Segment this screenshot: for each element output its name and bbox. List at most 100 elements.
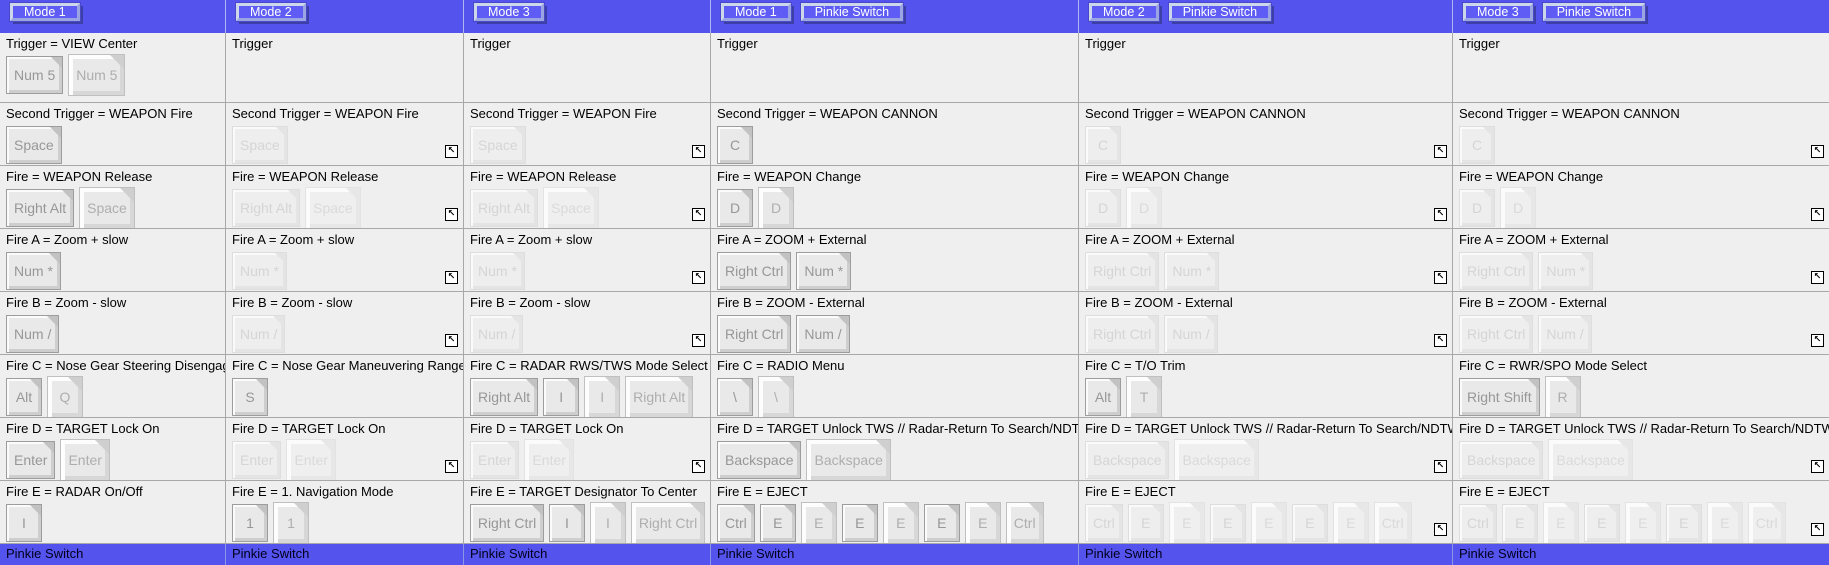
binding-cell[interactable]: Fire C = T/O TrimAltT — [1079, 355, 1453, 418]
keycap[interactable]: Space — [232, 126, 288, 164]
binding-cell[interactable]: Fire B = Zoom - slowNum /↖ — [464, 292, 711, 355]
keycap[interactable]: 1 — [232, 504, 268, 542]
keycap[interactable]: Num / — [1538, 315, 1591, 353]
keycap[interactable]: Num * — [1538, 252, 1593, 290]
pinkie-switch-button[interactable]: Pinkie Switch — [1169, 3, 1271, 21]
keycap[interactable]: Right Alt — [470, 378, 538, 416]
binding-cell[interactable]: Fire A = Zoom + slowNum *↖ — [464, 229, 711, 292]
keycap[interactable]: I — [584, 376, 620, 418]
keycap[interactable]: D — [758, 187, 794, 229]
binding-cell[interactable]: Trigger — [464, 33, 711, 103]
keycap[interactable]: Num 5 — [6, 56, 63, 94]
mode-1-button[interactable]: Mode 1 — [10, 3, 80, 21]
binding-cell[interactable]: Second Trigger = WEAPON FireSpace↖ — [226, 103, 464, 166]
keycap[interactable]: E — [1584, 504, 1620, 542]
mode-2-button[interactable]: Mode 2 — [236, 3, 306, 21]
keycap[interactable]: Right Ctrl — [1085, 315, 1159, 353]
binding-cell[interactable]: Fire E = EJECTCtrlEEEEEECtrl↖ — [1079, 481, 1453, 544]
keycap[interactable]: E — [842, 504, 878, 542]
keycap[interactable]: D — [1500, 187, 1536, 229]
binding-cell[interactable]: Fire = WEAPON ReleaseRight AltSpace — [0, 166, 226, 229]
binding-cell[interactable]: Fire E = EJECTCtrlEEEEEECtrl↖ — [1453, 481, 1829, 544]
binding-cell[interactable]: Trigger = VIEW CenterNum 5Num 5 — [0, 33, 226, 103]
keycap[interactable]: Backspace — [806, 439, 890, 481]
keycap[interactable]: Ctrl — [717, 504, 755, 542]
binding-cell[interactable]: Fire E = RADAR On/OffI — [0, 481, 226, 544]
keycap[interactable]: Space — [6, 126, 62, 164]
binding-cell[interactable]: Fire C = Nose Gear Maneuvering RangeS — [226, 355, 464, 418]
keycap[interactable]: Right Ctrl — [717, 252, 791, 290]
pinkie-switch-button[interactable]: Pinkie Switch — [801, 3, 903, 21]
keycap[interactable]: Q — [47, 376, 83, 418]
keycap[interactable]: Ctrl — [1459, 504, 1497, 542]
binding-cell[interactable]: Second Trigger = WEAPON CANNONC↖ — [1079, 103, 1453, 166]
keycap[interactable]: Backspace — [1174, 439, 1258, 481]
keycap[interactable]: Right Ctrl — [470, 504, 544, 542]
keycap[interactable]: Num * — [470, 252, 525, 290]
keycap[interactable]: \ — [758, 376, 794, 418]
binding-cell[interactable]: Fire C = RWR/SPO Mode SelectRight ShiftR — [1453, 355, 1829, 418]
keycap[interactable]: Num * — [6, 252, 61, 290]
keycap[interactable]: 1 — [273, 502, 309, 544]
pinkie-switch-button[interactable]: Pinkie Switch — [1543, 3, 1645, 21]
binding-cell[interactable]: Fire D = TARGET Lock OnEnterEnter↖ — [226, 418, 464, 481]
keycap[interactable]: E — [1625, 502, 1661, 544]
keycap[interactable]: Right Ctrl — [1459, 252, 1533, 290]
keycap[interactable]: E — [801, 502, 837, 544]
keycap[interactable]: E — [1292, 504, 1328, 542]
binding-cell[interactable]: Fire = WEAPON ChangeDD↖ — [1453, 166, 1829, 229]
keycap[interactable]: Right Ctrl — [717, 315, 791, 353]
keycap[interactable]: E — [1210, 504, 1246, 542]
binding-cell[interactable]: Fire = WEAPON ChangeDD↖ — [1079, 166, 1453, 229]
binding-cell[interactable]: Fire C = RADAR RWS/TWS Mode SelectRight … — [464, 355, 711, 418]
binding-cell[interactable]: Second Trigger = WEAPON CANNONC↖ — [1453, 103, 1829, 166]
keycap[interactable]: Space — [79, 187, 135, 229]
keycap[interactable]: Enter — [6, 441, 55, 479]
keycap[interactable]: D — [717, 189, 753, 227]
keycap[interactable]: Ctrl — [1085, 504, 1123, 542]
binding-cell[interactable]: Fire E = 1. Navigation Mode11 — [226, 481, 464, 544]
keycap[interactable]: E — [1666, 504, 1702, 542]
binding-cell[interactable]: Trigger — [711, 33, 1079, 103]
keycap[interactable]: D — [1126, 187, 1162, 229]
binding-cell[interactable]: Fire A = ZOOM + ExternalRight CtrlNum *↖ — [1453, 229, 1829, 292]
binding-cell[interactable]: Fire E = TARGET Designator To CenterRigh… — [464, 481, 711, 544]
mode-2-button[interactable]: Mode 2 — [1089, 3, 1159, 21]
keycap[interactable]: Num * — [796, 252, 851, 290]
binding-cell[interactable]: Fire D = TARGET Lock OnEnterEnter — [0, 418, 226, 481]
binding-cell[interactable]: Fire E = EJECTCtrlEEEEEECtrl — [711, 481, 1079, 544]
binding-cell[interactable]: Fire B = ZOOM - ExternalRight CtrlNum /↖ — [1079, 292, 1453, 355]
binding-cell[interactable]: Fire B = ZOOM - ExternalRight CtrlNum / — [711, 292, 1079, 355]
keycap[interactable]: Backspace — [1459, 441, 1543, 479]
binding-cell[interactable]: Second Trigger = WEAPON CANNONC — [711, 103, 1079, 166]
binding-cell[interactable]: Fire D = TARGET Unlock TWS // Radar-Retu… — [1079, 418, 1453, 481]
keycap[interactable]: Backspace — [1085, 441, 1169, 479]
keycap[interactable]: D — [1459, 189, 1495, 227]
keycap[interactable]: Num / — [470, 315, 523, 353]
keycap[interactable]: I — [549, 504, 585, 542]
binding-cell[interactable]: Fire A = Zoom + slowNum *↖ — [226, 229, 464, 292]
binding-cell[interactable]: Fire D = TARGET Lock OnEnterEnter↖ — [464, 418, 711, 481]
binding-cell[interactable]: Fire B = Zoom - slowNum /↖ — [226, 292, 464, 355]
keycap[interactable]: Space — [305, 187, 361, 229]
binding-cell[interactable]: Second Trigger = WEAPON FireSpace↖ — [464, 103, 711, 166]
keycap[interactable]: C — [717, 126, 753, 164]
mode-3-button[interactable]: Mode 3 — [474, 3, 544, 21]
keycap[interactable]: I — [543, 378, 579, 416]
keycap[interactable]: Backspace — [1548, 439, 1632, 481]
keycap[interactable]: E — [883, 502, 919, 544]
keycap[interactable]: Num / — [1164, 315, 1217, 353]
keycap[interactable]: Right Shift — [1459, 378, 1540, 416]
keycap[interactable]: R — [1545, 376, 1581, 418]
keycap[interactable]: Ctrl — [1006, 502, 1044, 544]
binding-cell[interactable]: Fire A = Zoom + slowNum * — [0, 229, 226, 292]
binding-cell[interactable]: Fire C = RADIO Menu\\ — [711, 355, 1079, 418]
binding-cell[interactable]: Fire D = TARGET Unlock TWS // Radar-Retu… — [1453, 418, 1829, 481]
keycap[interactable]: E — [924, 504, 960, 542]
keycap[interactable]: Enter — [470, 441, 519, 479]
keycap[interactable]: Right Ctrl — [631, 502, 705, 544]
keycap[interactable]: Right Alt — [470, 189, 538, 227]
keycap[interactable]: E — [1251, 502, 1287, 544]
keycap[interactable]: Right Alt — [625, 376, 693, 418]
keycap[interactable]: Num / — [796, 315, 849, 353]
